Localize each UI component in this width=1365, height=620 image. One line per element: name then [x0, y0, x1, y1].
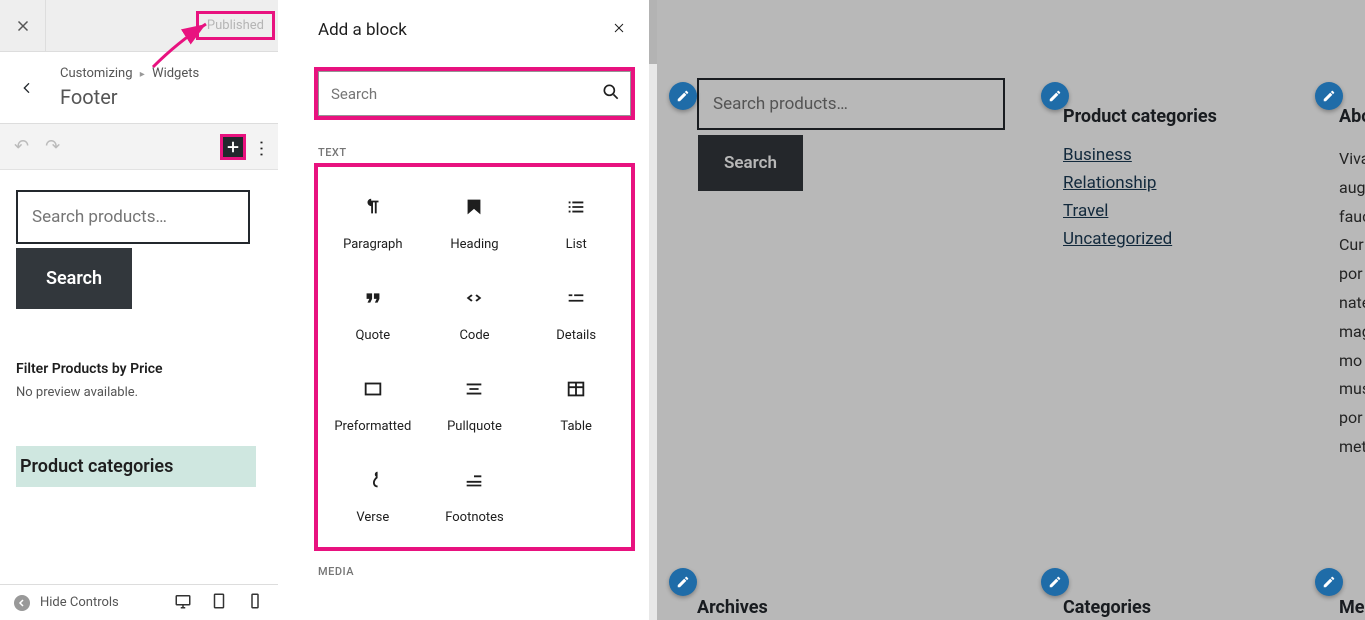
block-verse[interactable]: Verse [322, 448, 424, 539]
block-table[interactable]: Table [525, 357, 627, 448]
about-text-line: por [1339, 404, 1365, 433]
block-details[interactable]: Details [525, 266, 627, 357]
block-label: Heading [450, 237, 498, 252]
block-paragraph[interactable]: Paragraph [322, 175, 424, 266]
block-search-input[interactable] [318, 71, 631, 116]
preview-search-input[interactable] [697, 78, 1005, 130]
category-link[interactable]: Travel [1063, 201, 1217, 221]
product-categories-title: Product categories [20, 456, 252, 477]
quote-icon [361, 286, 385, 310]
more-options-button[interactable]: ⋯ [251, 140, 272, 154]
preview-categories-row2-title: Categories [1063, 597, 1151, 618]
verse-icon [361, 468, 385, 492]
chevron-left-icon [14, 595, 30, 611]
details-icon [564, 286, 588, 310]
section-media-label: MEDIA [318, 565, 649, 578]
edit-widget-bubble[interactable] [669, 82, 697, 110]
site-preview: Search Product categories Business Relati… [657, 0, 1365, 620]
breadcrumb: Customizing ▸ Widgets Footer [0, 52, 278, 124]
preview-search-button[interactable]: Search [698, 135, 803, 191]
list-icon [564, 195, 588, 219]
preview-scrollbar[interactable] [649, 0, 657, 620]
heading-icon [462, 195, 486, 219]
about-text-line: Cur [1339, 231, 1365, 260]
paragraph-icon [361, 195, 385, 219]
block-pullquote[interactable]: Pullquote [424, 357, 526, 448]
block-heading[interactable]: Heading [424, 175, 526, 266]
block-panel-title: Add a block [318, 20, 407, 40]
block-label: List [566, 237, 587, 252]
table-icon [564, 377, 588, 401]
add-block-button[interactable] [220, 134, 246, 160]
edit-widget-bubble[interactable] [1315, 82, 1343, 110]
block-quote[interactable]: Quote [322, 266, 424, 357]
about-text-line: por [1339, 260, 1365, 289]
customizer-close-button[interactable] [0, 0, 46, 52]
block-footnotes[interactable]: Footnotes [424, 448, 526, 539]
preview-meta-title: Me [1339, 597, 1364, 618]
preformatted-icon [361, 377, 385, 401]
mobile-preview-button[interactable] [246, 592, 264, 614]
about-text-line: mus [1339, 375, 1365, 404]
back-button[interactable] [8, 52, 46, 124]
block-label: Verse [356, 510, 389, 525]
edit-widget-bubble[interactable] [1315, 568, 1343, 596]
filter-products-title: Filter Products by Price [16, 361, 262, 377]
section-title: Footer [60, 85, 199, 109]
edit-widget-bubble[interactable] [1041, 568, 1069, 596]
category-link[interactable]: Relationship [1063, 173, 1217, 193]
products-search-input[interactable] [16, 190, 250, 244]
publish-status-button[interactable]: Published [196, 11, 275, 40]
products-search-button[interactable]: Search [16, 248, 132, 309]
close-panel-button[interactable] [611, 20, 631, 40]
about-text-line: met [1339, 433, 1365, 462]
redo-button[interactable]: ↷ [45, 136, 60, 157]
undo-button[interactable]: ↶ [14, 136, 29, 157]
about-text-line: mag [1339, 318, 1365, 347]
edit-widget-bubble[interactable] [1041, 82, 1069, 110]
footnotes-icon [462, 468, 486, 492]
block-list[interactable]: List [525, 175, 627, 266]
product-categories-widget[interactable]: Product categories [16, 446, 256, 487]
pullquote-icon [462, 377, 486, 401]
block-label: Preformatted [334, 419, 411, 434]
filter-products-message: No preview available. [16, 385, 262, 400]
block-inserter-panel: Add a block TEXT Paragraph Heading List Quo… [300, 5, 649, 615]
block-label: Code [459, 328, 489, 343]
category-link[interactable]: Business [1063, 145, 1217, 165]
preview-categories-title: Product categories [1063, 106, 1217, 127]
search-icon[interactable] [601, 82, 621, 106]
desktop-preview-button[interactable] [174, 592, 192, 614]
about-text-line: nate [1339, 289, 1365, 318]
preview-archives-title: Archives [697, 597, 768, 618]
block-label: Paragraph [343, 237, 402, 252]
block-label: Pullquote [447, 419, 502, 434]
category-link[interactable]: Uncategorized [1063, 229, 1217, 249]
breadcrumb-level-2: Widgets [152, 66, 199, 81]
block-label: Quote [355, 328, 390, 343]
hide-controls-button[interactable]: Hide Controls [14, 595, 119, 611]
about-text-line: fauc [1339, 203, 1365, 232]
block-preformatted[interactable]: Preformatted [322, 357, 424, 448]
code-icon [462, 286, 486, 310]
edit-widget-bubble[interactable] [669, 568, 697, 596]
block-label: Table [560, 419, 591, 434]
about-text-line: Viva [1339, 145, 1365, 174]
breadcrumb-level-1: Customizing [60, 66, 133, 81]
block-code[interactable]: Code [424, 266, 526, 357]
block-label: Footnotes [445, 510, 504, 525]
about-text-line: mo [1339, 347, 1365, 376]
preview-about-title: Abo [1339, 106, 1365, 127]
section-text-label: TEXT [318, 146, 649, 159]
block-label: Details [556, 328, 596, 343]
search-widget[interactable]: Search [16, 190, 262, 309]
about-text-line: aug [1339, 174, 1365, 203]
tablet-preview-button[interactable] [210, 592, 228, 614]
